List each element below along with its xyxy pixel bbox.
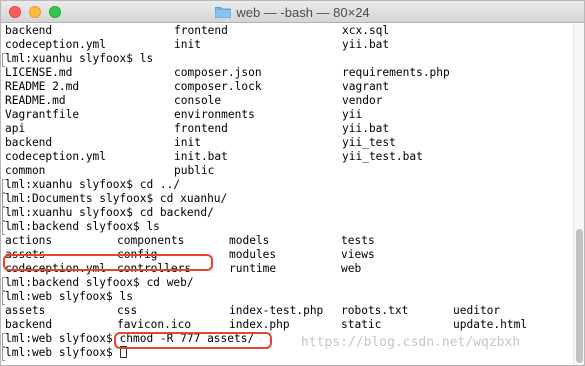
highlight-chmod-command [114,332,272,349]
prompt-line: lml:xuanhu slyfoox$ cd backend/ [2,206,573,221]
file-entry: actions [5,234,53,247]
file-entry: favicon.ico [117,318,192,331]
prompt-line: lml:backend slyfoox$ ls [2,220,573,235]
terminal-window: web — -bash — 80×24 backend frontend xcx.s… [0,0,585,366]
file-entry: codeception.yml [5,38,107,51]
file-entry: ueditor [453,304,501,317]
prompt-line: lml:xuanhu slyfoox$ cd ../ [2,178,573,193]
file-entry: css [117,304,138,317]
file-entry: yii [342,108,363,121]
watermark: https://blog.csdn.net/wqzbxh [301,335,521,350]
file-entry: index-test.php [229,304,324,317]
file-entry: console [174,94,222,107]
scrollbar-thumb[interactable] [576,229,583,363]
file-entry: README.md [5,94,66,107]
output-line: api frontend yii.bat [5,122,573,136]
file-entry: components [117,234,185,247]
command-text: lml:backend slyfoox$ cd web/ [5,276,194,289]
highlight-cd-web [3,254,213,271]
output-line: LICENSE.md composer.json requirements.php [5,66,573,80]
file-entry: requirements.php [342,66,450,79]
file-entry: models [229,234,270,247]
output-line: README.md console vendor [5,94,573,108]
file-entry: public [174,164,215,177]
command-text: lml:xuanhu slyfoox$ cd backend/ [5,206,214,219]
prompt-line: lml:web slyfoox$ ls [2,290,573,305]
output-line: backend frontend xcx.sql [5,24,573,38]
file-entry: static [341,318,382,331]
file-entry: yii_test [342,136,396,149]
file-entry: codeception.yml [5,150,107,163]
file-entry: yii.bat [342,122,390,135]
file-entry: LICENSE.md [5,66,73,79]
vertical-scrollbar[interactable] [573,24,584,365]
command-text: lml:xuanhu slyfoox$ ls [5,52,154,65]
file-entry: backend [5,136,53,149]
output-line: codeception.yml init.bat yii_test.bat [5,150,573,164]
terminal-output[interactable]: backend frontend xcx.sql codeception.yml ini… [1,24,573,365]
command-text: lml:web slyfoox$ [5,346,120,359]
file-entry: assets [5,304,46,317]
file-entry: runtime [229,262,277,275]
prompt-line: lml:backend slyfoox$ cd web/ [2,276,573,291]
prompt-line: lml:Documents slyfoox$ cd xuanhu/ [2,192,573,207]
file-entry: modules [229,248,277,261]
file-entry: init [174,38,201,51]
output-line: actions components models tests [5,234,573,248]
output-line: Vagrantfile environments yii [5,108,573,122]
command-text: lml:web slyfoox$ ls [5,290,133,303]
file-entry: init [174,136,201,149]
file-entry: xcx.sql [342,24,390,37]
file-entry: common [5,164,46,177]
file-entry: vendor [342,94,383,107]
title-bar[interactable]: web — -bash — 80×24 [1,1,584,23]
file-entry: README 2.md [5,80,80,93]
output-line: codeception.yml init yii.bat [5,38,573,52]
file-entry: robots.txt [341,304,409,317]
file-entry: yii_test.bat [342,150,423,163]
file-entry: web [341,262,362,275]
file-entry: views [341,248,375,261]
output-line: common public [5,164,573,178]
file-entry: init.bat [174,150,228,163]
file-entry: Vagrantfile [5,108,80,121]
file-entry: tests [341,234,375,247]
file-entry: update.html [453,318,528,331]
file-entry: frontend [174,24,228,37]
command-text: lml:Documents slyfoox$ cd xuanhu/ [5,192,228,205]
prompt-line: lml:xuanhu slyfoox$ ls [2,52,573,67]
folder-icon [215,7,232,18]
file-entry: composer.lock [174,80,262,93]
file-entry: backend [5,24,53,37]
file-entry: index.php [229,318,290,331]
command-text: lml:xuanhu slyfoox$ cd ../ [5,178,181,191]
file-entry: vagrant [342,80,390,93]
window-title-area: web — -bash — 80×24 [1,1,584,23]
window-title: web — -bash — 80×24 [236,4,370,20]
file-entry: backend [5,318,53,331]
output-line: assets css index-test.php robots.txt ueditor [5,304,573,318]
output-line: backend favicon.ico index.php static update.… [5,318,573,332]
file-entry: environments [174,108,255,121]
command-text: lml:backend slyfoox$ ls [5,220,160,233]
file-entry: api [5,122,26,135]
file-entry: yii.bat [342,38,390,51]
file-entry: composer.json [174,66,262,79]
output-line: backend init yii_test [5,136,573,150]
file-entry: frontend [174,122,228,135]
output-line: README 2.md composer.lock vagrant [5,80,573,94]
